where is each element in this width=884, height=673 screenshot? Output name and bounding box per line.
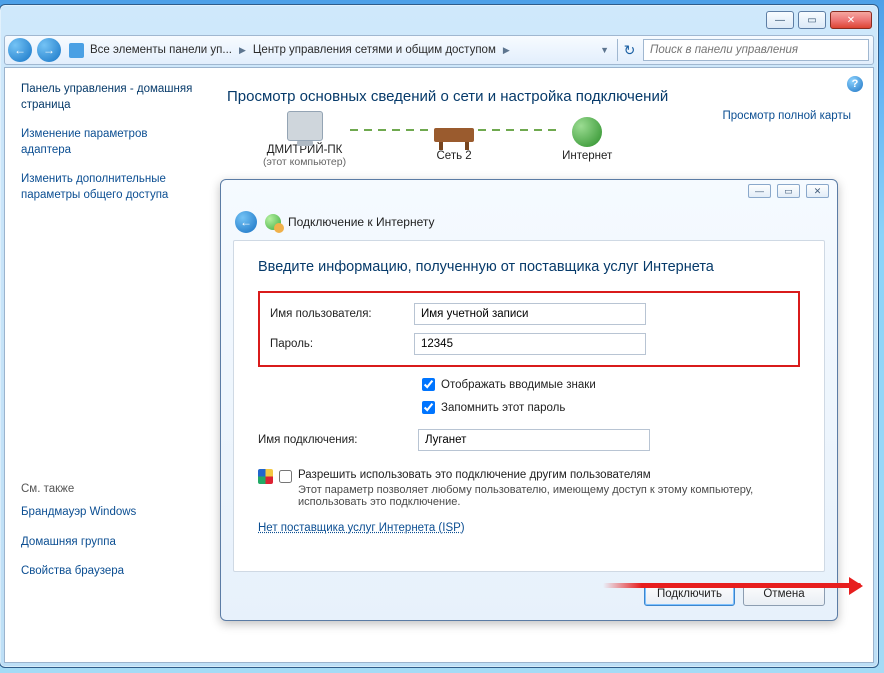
network-icon bbox=[434, 128, 474, 142]
globe-icon bbox=[572, 117, 602, 147]
connect-wizard-dialog: — ▭ ✕ ← Подключение к Интернету Введите … bbox=[220, 179, 838, 621]
chevron-down-icon[interactable]: ▼ bbox=[600, 45, 609, 55]
node-pc-sublabel: (этот компьютер) bbox=[263, 156, 346, 168]
computer-icon bbox=[287, 111, 323, 141]
sidebar-link-adapter[interactable]: Изменение параметров адаптера bbox=[21, 127, 199, 158]
maximize-button[interactable]: ▭ bbox=[798, 11, 826, 29]
chevron-right-icon: ▶ bbox=[239, 45, 246, 56]
chevron-right-icon: ▶ bbox=[503, 45, 510, 56]
dialog-header: ← Подключение к Интернету bbox=[229, 208, 829, 236]
cancel-button[interactable]: Отмена bbox=[743, 583, 825, 606]
sidebar: Панель управления - домашняя страница Из… bbox=[5, 68, 209, 662]
breadcrumb-item[interactable]: Центр управления сетями и общим доступом bbox=[253, 44, 496, 56]
dialog-footer: Подключить Отмена bbox=[233, 578, 825, 610]
sidebar-seealso-firewall[interactable]: Брандмауэр Windows bbox=[21, 505, 199, 521]
connect-button[interactable]: Подключить bbox=[644, 583, 735, 606]
node-internet-label: Интернет bbox=[562, 150, 612, 162]
dialog-caption-controls: — ▭ ✕ bbox=[748, 184, 829, 198]
close-button[interactable]: ✕ bbox=[830, 11, 872, 29]
allow-others-label: Разрешить использовать это подключение д… bbox=[298, 469, 800, 481]
breadcrumb-item[interactable]: Все элементы панели уп... bbox=[90, 44, 232, 56]
node-internet[interactable]: Интернет bbox=[562, 117, 612, 162]
username-input[interactable] bbox=[414, 303, 646, 325]
allow-others-block: Разрешить использовать это подключение д… bbox=[298, 469, 800, 508]
sidebar-seealso-browser[interactable]: Свойства браузера bbox=[21, 564, 199, 580]
dialog-header-text: Подключение к Интернету bbox=[288, 215, 435, 229]
view-full-map-link[interactable]: Просмотр полной карты bbox=[722, 110, 851, 122]
breadcrumb[interactable]: Все элементы панели уп... ▶ Центр управл… bbox=[69, 43, 617, 58]
dialog-minimize-button[interactable]: — bbox=[748, 184, 771, 198]
node-network-label: Сеть 2 bbox=[437, 150, 472, 162]
connection-line bbox=[350, 129, 430, 131]
allow-others-checkbox[interactable] bbox=[279, 470, 292, 483]
internet-connect-icon bbox=[265, 214, 281, 230]
see-also-heading: См. также bbox=[21, 483, 199, 495]
allow-others-description: Этот параметр позволяет любому пользоват… bbox=[298, 484, 800, 508]
refresh-button[interactable]: ↻ bbox=[617, 39, 641, 61]
back-button[interactable]: ← bbox=[235, 211, 257, 233]
forward-button[interactable]: → bbox=[37, 38, 61, 62]
shield-icon bbox=[258, 469, 273, 484]
back-button[interactable]: ← bbox=[8, 38, 32, 62]
remember-password-label: Запомнить этот пароль bbox=[441, 402, 565, 414]
show-password-checkbox[interactable] bbox=[422, 378, 435, 391]
sidebar-seealso-homegroup[interactable]: Домашняя группа bbox=[21, 535, 199, 551]
no-isp-link[interactable]: Нет поставщика услуг Интернета (ISP) bbox=[258, 522, 465, 534]
minimize-button[interactable]: — bbox=[766, 11, 794, 29]
window-caption-controls: — ▭ ✕ bbox=[766, 11, 872, 29]
search-input[interactable] bbox=[643, 39, 869, 61]
dialog-body: Введите информацию, полученную от постав… bbox=[233, 240, 825, 572]
password-label: Пароль: bbox=[270, 338, 414, 350]
dialog-title: Введите информацию, полученную от постав… bbox=[258, 259, 800, 275]
password-input[interactable] bbox=[414, 333, 646, 355]
control-panel-icon bbox=[69, 43, 84, 58]
dialog-close-button[interactable]: ✕ bbox=[806, 184, 829, 198]
node-network[interactable]: Сеть 2 bbox=[434, 118, 474, 162]
dialog-maximize-button[interactable]: ▭ bbox=[777, 184, 800, 198]
connection-line bbox=[478, 129, 558, 131]
page-title: Просмотр основных сведений о сети и наст… bbox=[227, 88, 855, 105]
connection-name-input[interactable] bbox=[418, 429, 650, 451]
username-label: Имя пользователя: bbox=[270, 308, 414, 320]
help-icon[interactable]: ? bbox=[847, 76, 863, 92]
node-this-pc[interactable]: ДМИТРИЙ-ПК (этот компьютер) bbox=[263, 111, 346, 168]
connection-name-label: Имя подключения: bbox=[258, 434, 418, 446]
remember-password-checkbox[interactable] bbox=[422, 401, 435, 414]
sidebar-home-link[interactable]: Панель управления - домашняя страница bbox=[21, 82, 199, 113]
address-toolbar: ← → Все элементы панели уп... ▶ Центр уп… bbox=[4, 35, 874, 65]
sidebar-link-sharing[interactable]: Изменить дополнительные параметры общего… bbox=[21, 172, 199, 203]
show-password-label: Отображать вводимые знаки bbox=[441, 379, 596, 391]
annotation-highlight: Имя пользователя: Пароль: bbox=[258, 291, 800, 367]
